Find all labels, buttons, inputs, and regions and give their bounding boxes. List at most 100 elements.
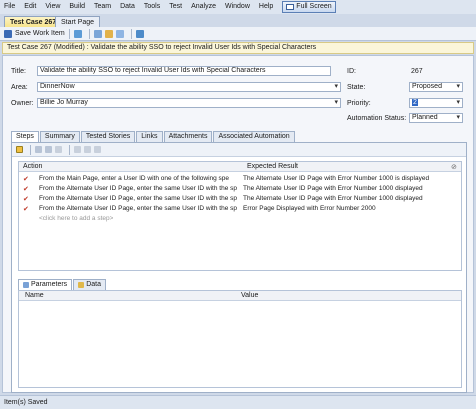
- menu-window[interactable]: Window: [225, 0, 250, 14]
- toolbar-separator: [88, 28, 90, 39]
- title-field[interactable]: Validate the ability SSO to reject Inval…: [37, 66, 331, 76]
- toolbar-separator: [68, 28, 70, 39]
- steps-grid-header: Action Expected Result ⊘: [19, 162, 461, 172]
- automation-status-label: Automation Status:: [347, 115, 407, 122]
- owner-value: Billie Jo Murray: [40, 99, 88, 106]
- delete-step-icon[interactable]: [55, 146, 62, 153]
- automation-status-value: Planned: [412, 114, 438, 121]
- toolbar-separator: [130, 28, 132, 39]
- value-column-header[interactable]: Value: [241, 292, 258, 299]
- menu-bar: File Edit View Build Team Data Tools Tes…: [0, 0, 476, 14]
- parameters-grid-header: Name Value: [19, 291, 461, 301]
- parameters-icon: [23, 282, 29, 288]
- work-item-title-bar: Test Case 267 (Modified) : Validate the …: [2, 42, 474, 54]
- parameter-tabs: Parameters Data: [18, 279, 107, 290]
- tab-data-label: Data: [86, 281, 101, 288]
- priority-dropdown[interactable]: 2: [409, 98, 463, 108]
- validate-step-icon: ✔: [23, 186, 29, 193]
- attachment-column-icon: ⊘: [451, 164, 457, 171]
- tab-steps[interactable]: Steps: [11, 131, 39, 142]
- validate-step-icon: ✔: [23, 176, 29, 183]
- steps-grid: Action Expected Result ⊘ ✔ From the Main…: [18, 161, 462, 271]
- menu-test[interactable]: Test: [169, 0, 182, 14]
- state-label: State:: [347, 84, 366, 91]
- tab-parameters[interactable]: Parameters: [18, 279, 73, 290]
- refresh-icon[interactable]: [73, 29, 82, 38]
- full-screen-button[interactable]: Full Screen: [282, 1, 336, 13]
- table-row[interactable]: ✔ From the Main Page, enter a User ID wi…: [19, 174, 461, 184]
- tab-associated-automation[interactable]: Associated Automation: [213, 131, 295, 142]
- data-icon: [78, 282, 85, 288]
- full-screen-label: Full Screen: [296, 3, 332, 10]
- toolbar-separator: [69, 144, 70, 155]
- add-step-row[interactable]: <click here to add a step>: [19, 214, 461, 224]
- menu-data[interactable]: Data: [120, 0, 135, 14]
- automation-status-dropdown[interactable]: Planned: [409, 113, 463, 123]
- step-action: From the Alternate User ID Page, enter t…: [39, 195, 237, 202]
- step-expected-result: Error Page Displayed with Error Number 2…: [243, 205, 376, 212]
- tab-links[interactable]: Links: [136, 131, 163, 142]
- save-icon[interactable]: [4, 29, 12, 38]
- parameters-grid: Name Value: [18, 290, 462, 388]
- id-label: ID:: [347, 68, 356, 75]
- status-bar: Item(s) Saved: [0, 395, 476, 409]
- create-shared-steps-icon[interactable]: [45, 146, 52, 153]
- step-expected-result: The Alternate User ID Page with Error Nu…: [243, 195, 423, 202]
- move-down-icon[interactable]: [84, 146, 91, 153]
- test-case-form: Title: Validate the ability SSO to rejec…: [2, 55, 474, 393]
- steps-toolbar: [12, 143, 466, 157]
- state-dropdown[interactable]: Proposed: [409, 82, 463, 92]
- owner-dropdown[interactable]: Billie Jo Murray: [37, 98, 341, 108]
- menu-file[interactable]: File: [4, 0, 15, 14]
- open-query-icon[interactable]: [115, 29, 124, 38]
- step-expected-result: The Alternate User ID Page with Error Nu…: [243, 175, 430, 182]
- step-expected-result: The Alternate User ID Page with Error Nu…: [243, 185, 423, 192]
- action-column-header[interactable]: Action: [23, 163, 42, 170]
- tab-tested-stories[interactable]: Tested Stories: [80, 131, 136, 142]
- toolbar-separator: [30, 144, 31, 155]
- area-value: DinnerNow: [40, 83, 75, 90]
- owner-label: Owner:: [11, 100, 34, 107]
- tab-data[interactable]: Data: [73, 279, 106, 290]
- menu-edit[interactable]: Edit: [24, 0, 36, 14]
- table-row[interactable]: ✔ From the Alternate User ID Page, enter…: [19, 204, 461, 214]
- id-value: 267: [411, 68, 423, 75]
- validate-step-icon: ✔: [23, 206, 29, 213]
- step-action: From the Main Page, enter a User ID with…: [39, 175, 230, 182]
- tab-parameters-label: Parameters: [31, 281, 68, 288]
- send-email-icon[interactable]: [135, 29, 144, 38]
- menu-analyze[interactable]: Analyze: [191, 0, 216, 14]
- state-value: Proposed: [412, 83, 442, 90]
- attach-step-icon[interactable]: [94, 146, 101, 153]
- work-item-toolbar: Save Work Item: [0, 27, 476, 41]
- step-action: From the Alternate User ID Page, enter t…: [39, 205, 237, 212]
- menu-view[interactable]: View: [45, 0, 60, 14]
- steps-panel: Action Expected Result ⊘ ✔ From the Main…: [11, 142, 467, 393]
- new-linked-item-icon[interactable]: [93, 29, 102, 38]
- priority-value: 2: [412, 99, 418, 106]
- full-screen-icon: [286, 4, 295, 10]
- menu-build[interactable]: Build: [69, 0, 85, 14]
- menu-help[interactable]: Help: [259, 0, 273, 14]
- validate-step-icon: ✔: [23, 196, 29, 203]
- tab-start-page[interactable]: Start Page: [55, 16, 101, 27]
- tab-attachments[interactable]: Attachments: [163, 131, 213, 142]
- table-row[interactable]: ✔ From the Alternate User ID Page, enter…: [19, 194, 461, 204]
- menu-tools[interactable]: Tools: [144, 0, 160, 14]
- priority-label: Priority:: [347, 100, 371, 107]
- tab-summary[interactable]: Summary: [39, 131, 80, 142]
- detail-tabs: Steps Summary Tested Stories Links Attac…: [11, 131, 296, 142]
- menu-team[interactable]: Team: [94, 0, 111, 14]
- area-dropdown[interactable]: DinnerNow: [37, 82, 341, 92]
- insert-step-icon[interactable]: [16, 146, 23, 153]
- name-column-header[interactable]: Name: [25, 292, 44, 299]
- copy-item-icon[interactable]: [104, 29, 113, 38]
- move-up-icon[interactable]: [74, 146, 81, 153]
- document-tab-row: Test Case 267* Start Page: [0, 14, 476, 27]
- save-work-item-button[interactable]: Save Work Item: [15, 30, 65, 37]
- step-action: From the Alternate User ID Page, enter t…: [39, 185, 237, 192]
- expected-result-column-header[interactable]: Expected Result: [247, 163, 298, 170]
- table-row[interactable]: ✔ From the Alternate User ID Page, enter…: [19, 184, 461, 194]
- title-label: Title:: [11, 68, 26, 75]
- insert-shared-steps-icon[interactable]: [35, 146, 42, 153]
